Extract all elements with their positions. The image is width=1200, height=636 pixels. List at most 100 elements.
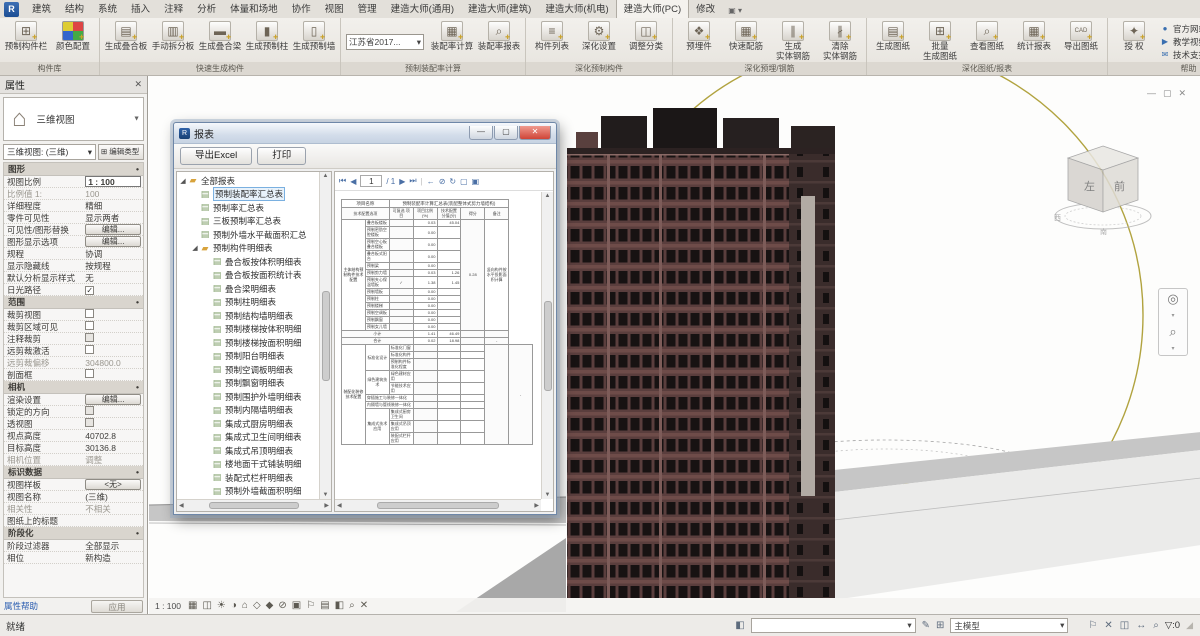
rendering-icon[interactable]: ⌂ — [242, 599, 248, 613]
property-value[interactable]: 协调 — [83, 248, 143, 260]
button-查看图纸[interactable]: ⌕✚查看图纸 — [964, 20, 1010, 52]
property-edit-button[interactable]: <无> — [85, 479, 141, 490]
tree-item-全部报表[interactable]: ◢▰全部报表 — [179, 174, 318, 188]
property-value[interactable]: 编辑... — [83, 394, 143, 405]
design-options-icon[interactable]: ⊞ — [936, 620, 944, 631]
button-构件列表[interactable]: ≡✚构件列表 — [529, 20, 575, 52]
property-value[interactable]: 编辑... — [83, 236, 143, 247]
tree-item-预制围护外墙明细表[interactable]: ▤预制围护外墙明细表 — [179, 390, 318, 404]
tree-item-预制飘窗明细表[interactable]: ▤预制飘窗明细表 — [179, 377, 318, 391]
button-生成实体钢筋[interactable]: ∥✚生成 实体钢筋 — [770, 20, 816, 62]
exclude-options-icon[interactable]: ⚐ — [1088, 620, 1097, 631]
select-pinned-icon[interactable]: ⌕ — [1153, 620, 1159, 631]
button-预埋件[interactable]: ❖✚预埋件 — [676, 20, 722, 52]
link-官方网站[interactable]: ●官方网站 — [1160, 23, 1200, 35]
button-装配率计算[interactable]: ▦✚装配率计算 — [429, 20, 475, 52]
button-手动拆分板[interactable]: ▥✚手动拆分板 — [150, 20, 196, 52]
button-预制构件栏[interactable]: ⊞✚预制构件栏 — [3, 20, 49, 52]
refresh-icon[interactable]: ↻ — [449, 177, 456, 186]
tree-item-预制空调板明细表[interactable]: ▤预制空调板明细表 — [179, 363, 318, 377]
tab-体量和场地[interactable]: 体量和场地 — [223, 0, 285, 18]
view-minimize-icon[interactable]: — — [1147, 88, 1156, 99]
stop-icon[interactable]: ⊘ — [439, 177, 446, 186]
tree-item-预制结构墙明细表[interactable]: ▤预制结构墙明细表 — [179, 309, 318, 323]
tab-建造大师(建筑)[interactable]: 建造大师(建筑) — [461, 0, 538, 18]
button-深化设置[interactable]: ⚙✚深化设置 — [576, 20, 622, 52]
multi-page-layout-icon[interactable]: ▣ — [472, 177, 480, 186]
properties-help-link[interactable]: 属性帮助 — [4, 600, 38, 612]
property-value[interactable]: 无 — [83, 272, 143, 284]
crop-view-icon[interactable]: ◇ — [253, 599, 261, 613]
background-process-icon[interactable]: ◫ — [1120, 620, 1129, 631]
steering-wheel-icon[interactable]: ◎ — [1167, 292, 1178, 306]
tree-item-叠合板按面积统计表[interactable]: ▤叠合板按面积统计表 — [179, 269, 318, 283]
maximize-button[interactable]: ▢ — [494, 126, 518, 140]
tree-horizontal-scrollbar[interactable]: ◀▶ — [177, 499, 331, 511]
link-教学视频[interactable]: ▶教学视频 — [1160, 36, 1200, 48]
tab-协作[interactable]: 协作 — [285, 0, 318, 18]
preview-horizontal-scrollbar[interactable]: ◀▶ — [335, 499, 541, 511]
property-input[interactable]: 1 : 100 — [85, 176, 141, 187]
back-icon[interactable]: ← — [427, 177, 435, 186]
property-value[interactable]: 30136.8 — [83, 443, 143, 453]
reveal-hidden-icon[interactable]: ⚐ — [306, 599, 315, 613]
button-生成叠合梁[interactable]: ▬✚生成叠合梁 — [197, 20, 243, 52]
shadows-icon[interactable]: ◑ — [231, 599, 237, 613]
section-header-阶段化[interactable]: 阶段化• — [4, 527, 143, 540]
worksharing-display-icon[interactable]: ▤ — [320, 599, 329, 613]
button-生成预制墙[interactable]: ▯✚生成预制墙 — [291, 20, 337, 52]
checkbox[interactable] — [85, 309, 94, 318]
property-value[interactable]: 精细 — [83, 200, 143, 212]
button-生成预制柱[interactable]: ▮✚生成预制柱 — [244, 20, 290, 52]
checkbox-checked[interactable]: ✓ — [85, 286, 94, 295]
page-number-input[interactable]: 1 — [360, 175, 382, 187]
button-装配率报表[interactable]: ⌕✚装配率报表 — [476, 20, 522, 52]
view-scale-button[interactable]: 1 : 100 — [155, 601, 181, 611]
button-统计报表[interactable]: ▦✚统计报表 — [1011, 20, 1057, 52]
property-value[interactable]: ✓ — [83, 285, 143, 295]
next-page-icon[interactable]: ▶ — [399, 177, 405, 186]
property-value[interactable] — [83, 406, 143, 417]
view-instance-select[interactable]: 三维视图: (三维)▾ — [3, 144, 96, 160]
tab-注释[interactable]: 注释 — [157, 0, 190, 18]
tree-item-预制构件明细表[interactable]: ◢▰预制构件明细表 — [179, 242, 318, 256]
tree-item-装配式栏杆明细表[interactable]: ▤装配式栏杆明细表 — [179, 471, 318, 485]
button-调整分类[interactable]: ◫✚调整分类 — [623, 20, 669, 52]
first-page-icon[interactable]: ⏮ — [339, 176, 346, 186]
property-value[interactable] — [83, 309, 143, 320]
checkbox[interactable] — [85, 345, 94, 354]
expander-icon[interactable]: ◢ — [179, 177, 187, 185]
tree-item-预制外墙截面积明细[interactable]: ▤预制外墙截面积明细 — [179, 485, 318, 499]
button-颜色配置[interactable]: ✚颜色配置 — [50, 20, 96, 52]
property-edit-button[interactable]: 编辑... — [85, 394, 141, 405]
lock-view-icon[interactable]: ⊘ — [278, 599, 286, 613]
tree-item-预制内隔墙明细表[interactable]: ▤预制内隔墙明细表 — [179, 404, 318, 418]
button-生成图纸[interactable]: ▤✚生成图纸 — [870, 20, 916, 52]
property-edit-button[interactable]: 编辑... — [85, 224, 141, 235]
section-header-相机[interactable]: 相机• — [4, 381, 143, 394]
last-page-icon[interactable]: ⏭ — [409, 176, 416, 186]
building-model[interactable] — [567, 108, 835, 598]
tab-结构[interactable]: 结构 — [58, 0, 91, 18]
tab-panel-toggle-icon[interactable]: ▣ ▾ — [722, 4, 748, 18]
close-icon[interactable]: ✕ — [134, 79, 142, 90]
dialog-titlebar[interactable]: R 报表 — ▢ ✕ — [174, 123, 556, 144]
property-value[interactable] — [83, 333, 143, 344]
show-crop-icon[interactable]: ◆ — [266, 599, 274, 613]
tree-item-叠合板按体积明细表[interactable]: ▤叠合板按体积明细表 — [179, 255, 318, 269]
tree-item-预制外墙水平截面积汇总[interactable]: ▤预制外墙水平截面积汇总 — [179, 228, 318, 242]
resize-grip[interactable]: ◢ — [1186, 620, 1194, 631]
analysis-display-icon[interactable]: ⌕ — [349, 599, 355, 613]
tab-建造大师(通用)[interactable]: 建造大师(通用) — [384, 0, 461, 18]
tree-item-预制楼梯按面积明细[interactable]: ▤预制楼梯按面积明细 — [179, 336, 318, 350]
app-logo-icon[interactable]: R — [4, 2, 19, 17]
property-value[interactable] — [83, 369, 143, 380]
minimize-button[interactable]: — — [469, 126, 493, 140]
button-打印[interactable]: 打印 — [257, 147, 306, 165]
property-value[interactable] — [83, 345, 143, 356]
worksets-icon[interactable]: ◧ — [735, 620, 744, 631]
tree-item-集成式厨房明细表[interactable]: ▤集成式厨房明细表 — [179, 417, 318, 431]
property-value[interactable]: (三维) — [83, 491, 143, 503]
button-授 权[interactable]: ✦✚授 权 — [1111, 20, 1157, 52]
tree-item-三板预制率汇总表[interactable]: ▤三板预制率汇总表 — [179, 215, 318, 229]
